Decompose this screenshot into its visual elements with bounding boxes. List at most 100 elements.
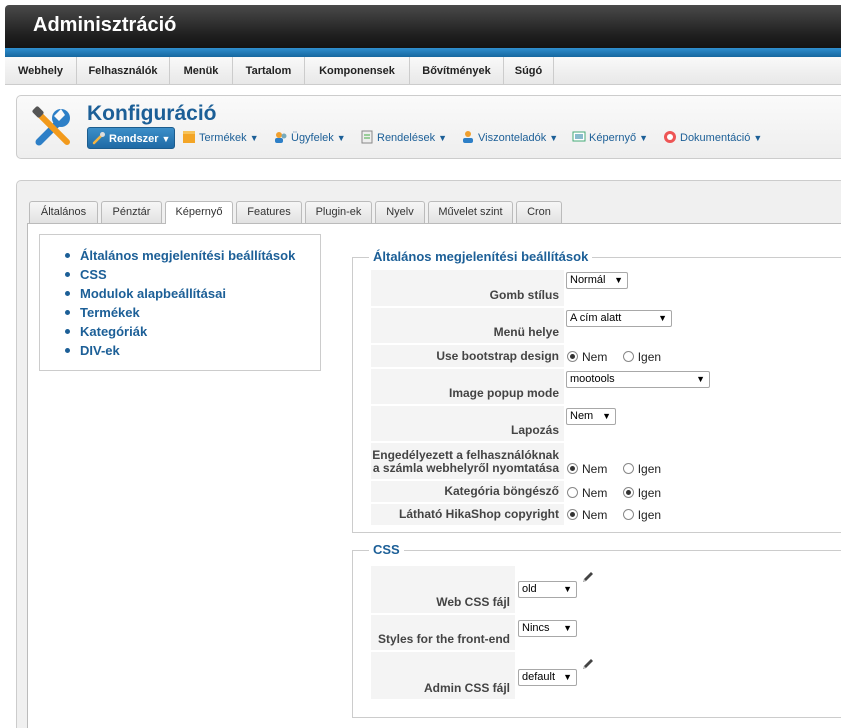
tab-muvelet-szint[interactable]: Művelet szint [428, 201, 513, 223]
select-value: A cím alatt [570, 312, 622, 324]
radio-label: Igen [637, 350, 662, 364]
select-value: default [522, 671, 556, 683]
toolbar-dokumentacio[interactable]: Dokumentáció ▼ [663, 127, 762, 149]
setting-copyright: Látható HikaShop copyright Nem Igen [371, 504, 841, 526]
radio-checked[interactable] [622, 487, 634, 498]
radio-checked[interactable] [567, 463, 578, 474]
users-icon [275, 132, 287, 143]
nav-link-general-display[interactable]: Általános megjelenítési beállítások [64, 246, 295, 265]
chevron-down-icon: ▼ [696, 374, 705, 384]
tab-features[interactable]: Features [236, 201, 302, 223]
copyright-yes-option[interactable]: Igen [622, 508, 662, 522]
radio-label: Nem [582, 462, 608, 476]
tab-plugin-ek[interactable]: Plugin-ek [305, 201, 372, 223]
box-icon [183, 131, 195, 143]
menu-tartalom[interactable]: Tartalom [233, 57, 305, 85]
image-popup-select[interactable]: mootools ▼ [566, 371, 710, 388]
bootstrap-no-option[interactable]: Nem [567, 350, 607, 364]
toolbar-ugyfelek-label: Ügyfelek [291, 132, 334, 144]
config-panel: Általános Pénztár Képernyő Features Plug… [16, 180, 841, 728]
toolbar-rendelesek[interactable]: Rendelések ▼ [360, 127, 447, 149]
setting-label: Lapozás [371, 406, 564, 442]
frontend-styles-select[interactable]: Nincs ▼ [518, 620, 577, 637]
chevron-down-icon: ▼ [563, 623, 572, 633]
menu-webhely[interactable]: Webhely [5, 57, 77, 85]
category-browse-yes-option[interactable]: Igen [622, 486, 661, 500]
header-title: Adminisztráció [33, 14, 177, 36]
radio-checked[interactable] [567, 351, 578, 362]
config-title-box: Konfiguráció Rendszer ▼ Termékek ▼ Ügyfele… [16, 95, 841, 159]
toolbar-kepernyo[interactable]: Képernyő ▼ [572, 127, 648, 149]
radio-unchecked[interactable] [622, 351, 634, 362]
setting-category-browse: Kategória böngésző Nem Igen [371, 481, 841, 503]
radio-unchecked[interactable] [622, 509, 634, 520]
select-value: old [522, 583, 537, 595]
tab-penztar[interactable]: Pénztár [101, 201, 162, 223]
select-value: mootools [570, 373, 615, 385]
tab-altalanos[interactable]: Általános [29, 201, 98, 223]
radio-label: Nem [582, 350, 608, 364]
menu-position-select[interactable]: A cím alatt ▼ [566, 310, 672, 327]
chevron-down-icon: ▼ [161, 134, 171, 144]
radio-checked[interactable] [567, 509, 578, 520]
bootstrap-radio-group: Nem Igen [567, 350, 661, 364]
nav-link-divs[interactable]: DIV-ek [64, 341, 295, 360]
chevron-down-icon: ▼ [336, 133, 346, 143]
toolbar-rendszer[interactable]: Rendszer ▼ [87, 127, 176, 149]
nav-link-css[interactable]: CSS [64, 265, 295, 284]
print-invoice-no-option[interactable]: Nem [567, 462, 607, 476]
edit-pencil-icon[interactable] [581, 657, 595, 671]
setting-web-css: Web CSS fájl old ▼ [371, 566, 841, 614]
copyright-no-option[interactable]: Nem [567, 508, 607, 522]
setting-label: Admin CSS fájl [371, 652, 515, 700]
admin-css-select[interactable]: default ▼ [518, 669, 577, 686]
toolbar-termekek[interactable]: Termékek ▼ [182, 127, 259, 149]
section-nav: Általános megjelenítési beállítások CSS … [39, 234, 321, 371]
nav-link-products[interactable]: Termékek [64, 303, 295, 322]
tab-cron[interactable]: Cron [516, 201, 562, 223]
chevron-down-icon: ▼ [639, 133, 649, 143]
category-browse-radio-group: Nem Igen [567, 486, 661, 500]
setting-image-popup: Image popup mode mootools ▼ [371, 369, 841, 405]
pagination-select[interactable]: Nem ▼ [566, 408, 616, 425]
edit-pencil-icon[interactable] [581, 570, 595, 584]
label-line-2: a számla webhelyről nyomtatása [372, 461, 559, 475]
nav-link-module-defaults[interactable]: Modulok alapbeállításai [64, 284, 295, 303]
chevron-down-icon: ▼ [249, 133, 259, 143]
setting-pagination: Lapozás Nem ▼ [371, 406, 841, 442]
menu-menuk[interactable]: Menük [170, 57, 233, 85]
toolbar-viszonteladok[interactable]: Viszonteladók ▼ [461, 127, 558, 149]
toolbar-rendszer-label: Rendszer [109, 133, 159, 145]
toolbar-ugyfelek[interactable]: Ügyfelek ▼ [274, 127, 346, 149]
chevron-down-icon: ▼ [549, 133, 559, 143]
screen-icon [572, 131, 586, 142]
toolbar-viszonteladok-label: Viszonteladók [478, 132, 547, 144]
setting-label: Menü helye [371, 308, 564, 344]
radio-label: Igen [637, 508, 662, 522]
toolbar-dokumentacio-label: Dokumentáció [680, 132, 751, 144]
radio-unchecked[interactable] [567, 487, 578, 498]
menu-komponensek[interactable]: Komponensek [305, 57, 410, 85]
nav-link-categories[interactable]: Kategóriák [64, 322, 295, 341]
radio-unchecked[interactable] [622, 463, 634, 474]
select-value: Normál [570, 274, 606, 286]
menu-sugo[interactable]: Súgó [504, 57, 554, 85]
print-invoice-yes-option[interactable]: Igen [622, 462, 661, 476]
chevron-down-icon: ▼ [753, 133, 763, 143]
tools-icon [32, 106, 70, 146]
chevron-down-icon: ▼ [563, 672, 572, 682]
setting-label: Engedélyezett a felhasználóknak a számla… [371, 443, 564, 480]
category-browse-no-option[interactable]: Nem [567, 486, 607, 500]
menu-bovitmenyek[interactable]: Bővítmények [410, 57, 504, 85]
setting-label: Image popup mode [371, 369, 564, 405]
select-value: Nem [570, 410, 594, 422]
radio-label: Nem [582, 508, 608, 522]
bootstrap-yes-option[interactable]: Igen [622, 350, 662, 364]
setting-frontend-styles: Styles for the front-end Nincs ▼ [371, 615, 841, 651]
menu-felhasznalok[interactable]: Felhasználók [77, 57, 170, 85]
tab-nyelv[interactable]: Nyelv [375, 201, 425, 223]
tab-kepernyo[interactable]: Képernyő [165, 201, 233, 224]
radio-label: Nem [582, 486, 608, 500]
button-style-select[interactable]: Normál ▼ [566, 272, 628, 289]
web-css-select[interactable]: old ▼ [518, 581, 577, 598]
